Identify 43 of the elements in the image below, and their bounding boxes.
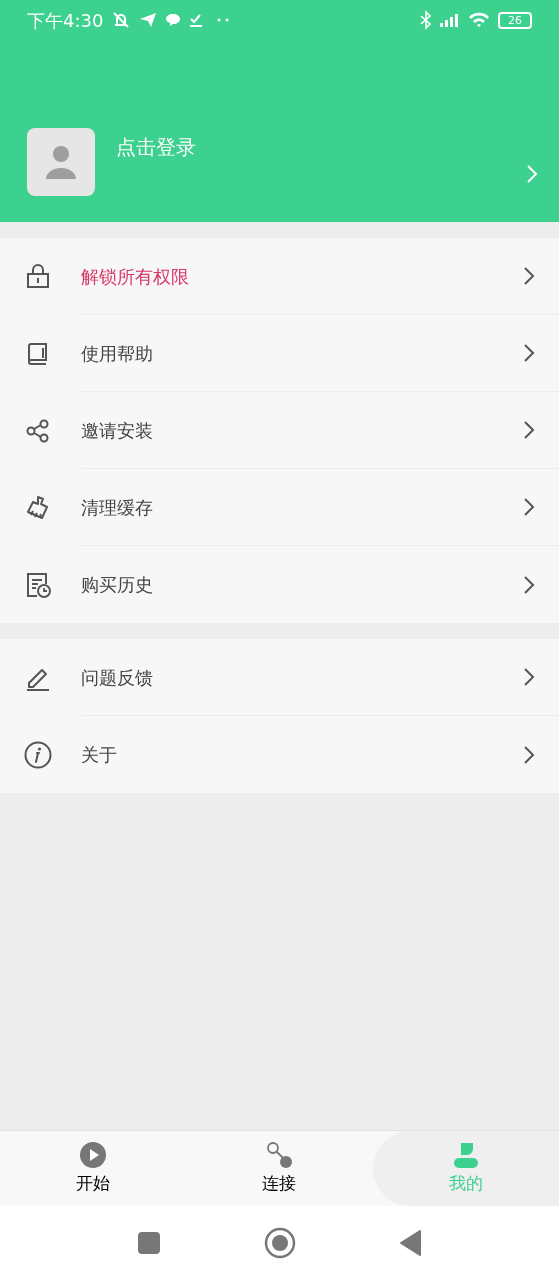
menu-label: 问题反馈 <box>81 665 153 690</box>
person-icon <box>451 1140 480 1169</box>
wifi-icon <box>468 12 490 28</box>
checkmark-icon <box>189 12 204 28</box>
chevron-right-icon <box>523 667 535 687</box>
bluetooth-icon <box>420 10 432 30</box>
chevron-right-icon <box>523 343 535 363</box>
menu-item[interactable]: 关于 <box>0 716 559 793</box>
menu-label: 关于 <box>81 743 117 767</box>
chevron-right-icon <box>526 164 538 184</box>
status-time: 下午4:30 <box>27 8 104 33</box>
menu-item[interactable]: 解锁所有权限 <box>0 238 559 315</box>
play-icon <box>79 1140 108 1169</box>
back-button[interactable] <box>399 1230 422 1256</box>
connection-icon <box>265 1140 294 1169</box>
info-icon <box>24 740 52 769</box>
lock-icon <box>24 262 52 291</box>
chevron-right-icon <box>523 744 535 765</box>
more-icon <box>217 18 230 22</box>
tab[interactable]: 连接 <box>186 1131 373 1206</box>
menu-label: 使用帮助 <box>81 341 153 366</box>
menu-item[interactable]: 问题反馈 <box>0 639 559 716</box>
recent-apps-button[interactable] <box>137 1232 160 1254</box>
menu-label: 解锁所有权限 <box>81 264 189 289</box>
menu-item[interactable]: 邀请安装 <box>0 392 559 469</box>
menu-item[interactable]: 清理缓存 <box>0 469 559 546</box>
menu-label: 清理缓存 <box>81 495 153 520</box>
battery-level: 26 <box>508 14 522 26</box>
menu-label: 购买历史 <box>81 573 153 597</box>
menu-label: 邀请安装 <box>81 418 153 443</box>
signal-icon <box>440 13 460 27</box>
chevron-right-icon <box>523 420 535 440</box>
person-icon <box>45 145 77 179</box>
home-button[interactable] <box>263 1227 296 1259</box>
chat-bubble-icon <box>165 13 182 27</box>
chevron-right-icon <box>523 574 535 595</box>
receipt-clock-icon <box>24 570 52 599</box>
tab[interactable]: 开始 <box>0 1131 187 1206</box>
chevron-right-icon <box>523 497 535 517</box>
menu-item[interactable]: 使用帮助 <box>0 315 559 392</box>
chevron-right-icon <box>523 266 535 286</box>
paper-plane-icon <box>139 11 158 29</box>
menu-item[interactable]: 购买历史 <box>0 546 559 623</box>
